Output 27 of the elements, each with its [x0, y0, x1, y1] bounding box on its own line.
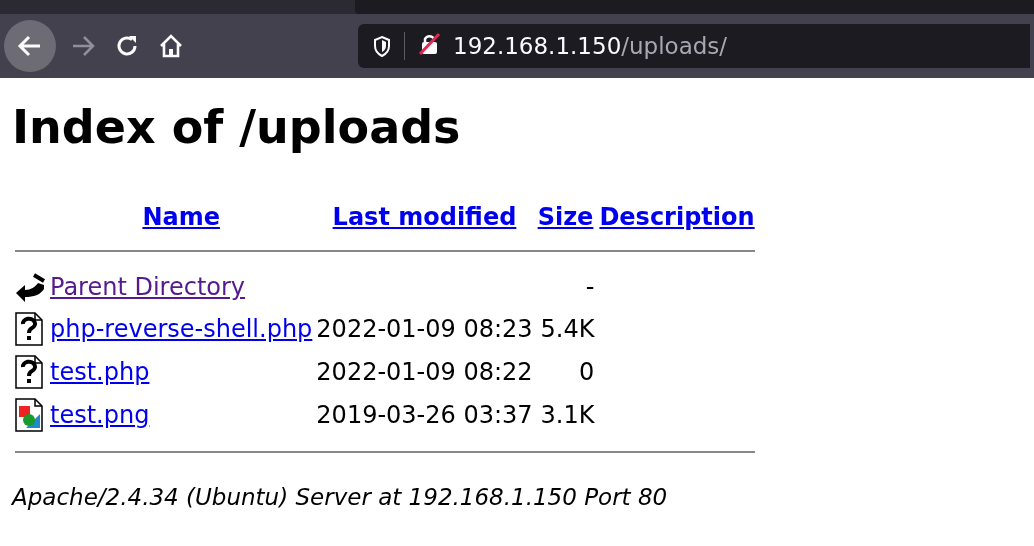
- back-button[interactable]: [4, 20, 56, 72]
- back-arrow-icon: [14, 271, 46, 303]
- modified-date: 2022-01-09 08:22: [316, 358, 533, 386]
- url-path: /uploads/: [621, 33, 728, 59]
- file-size: 5.4K: [540, 315, 595, 343]
- file-link[interactable]: Parent Directory: [50, 273, 246, 301]
- file-link[interactable]: php-reverse-shell.php: [50, 315, 313, 343]
- home-icon: [158, 33, 184, 59]
- file-size: -: [585, 273, 595, 301]
- shield-icon: [372, 35, 392, 57]
- column-header-link[interactable]: Last modified: [332, 203, 517, 231]
- server-signature: Apache/2.4.34 (Ubuntu) Server at 192.168.1.150 Port 80: [12, 484, 669, 510]
- file-size: 3.1K: [540, 401, 595, 429]
- modified-date: 2019-03-26 03:37: [316, 401, 533, 429]
- file-link[interactable]: test.php: [50, 358, 150, 386]
- column-header-link[interactable]: Description: [599, 203, 755, 231]
- file-link[interactable]: test.png: [50, 401, 150, 429]
- address-bar[interactable]: 192.168.1.150/uploads/: [358, 24, 1030, 68]
- column-header-link[interactable]: Size: [537, 203, 594, 231]
- modified-date: 2022-01-09 08:23: [316, 315, 533, 343]
- column-header-link[interactable]: Name: [142, 203, 220, 231]
- page-heading: Index of /uploads: [12, 100, 462, 154]
- unknown-file-icon: [14, 312, 44, 346]
- image-file-icon: [14, 398, 44, 432]
- unknown-file-icon: [14, 355, 44, 389]
- file-size: 0: [579, 358, 595, 386]
- url-host: 192.168.1.150: [453, 33, 622, 59]
